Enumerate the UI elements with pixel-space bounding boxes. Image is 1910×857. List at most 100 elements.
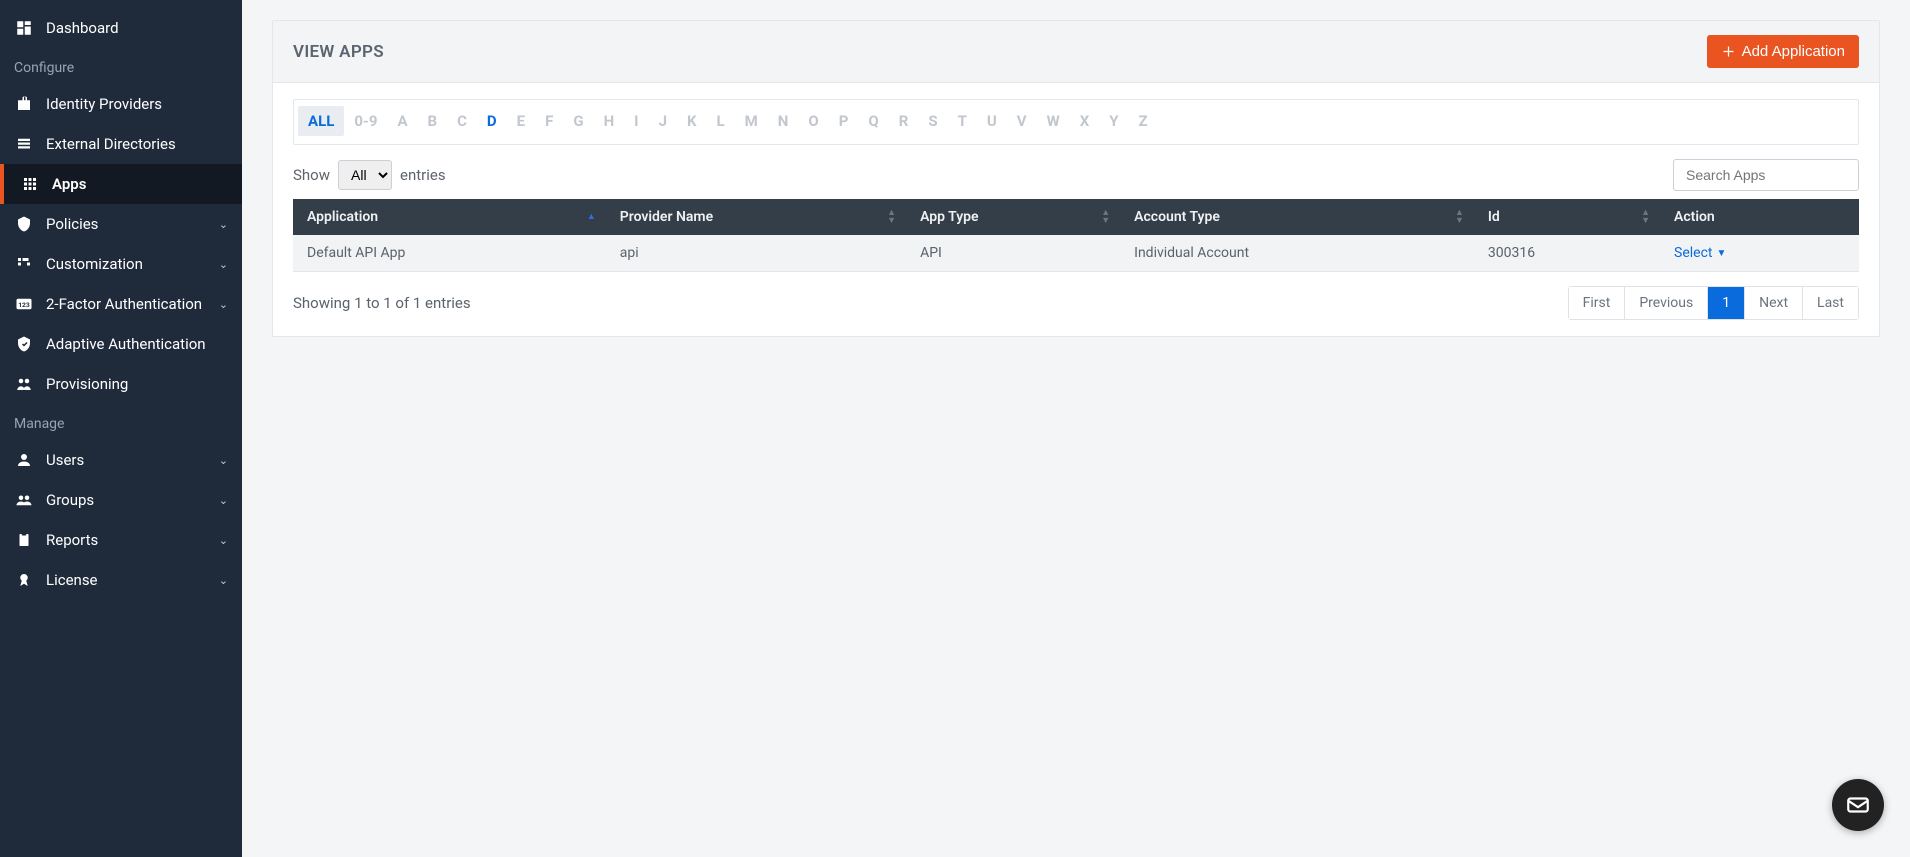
apps-icon xyxy=(20,174,40,194)
groups-icon xyxy=(14,490,34,510)
alpha-filter-i[interactable]: I xyxy=(624,106,648,136)
sidebar-item-label: License xyxy=(46,571,98,589)
alpha-filter-c[interactable]: C xyxy=(447,106,477,136)
alpha-filter-s[interactable]: S xyxy=(918,106,947,136)
alpha-filter: ALL0-9ABCDEFGHIJKLMNOPQRSTUVWXYZ xyxy=(293,99,1859,145)
license-icon xyxy=(14,570,34,590)
alpha-filter-u[interactable]: U xyxy=(977,106,1007,136)
sidebar-item-customization[interactable]: Customization ⌄ xyxy=(0,244,242,284)
sidebar-item-external-directories[interactable]: External Directories xyxy=(0,124,242,164)
alpha-filter-f[interactable]: F xyxy=(535,106,563,136)
col-account[interactable]: Account Type▲▼ xyxy=(1120,199,1474,235)
sidebar-item-label: Provisioning xyxy=(46,375,128,393)
table-row: Default API App api API Individual Accou… xyxy=(293,235,1859,272)
reports-icon xyxy=(14,530,34,550)
alpha-filter-o[interactable]: O xyxy=(798,106,828,136)
alpha-filter-z[interactable]: Z xyxy=(1129,106,1158,136)
col-provider[interactable]: Provider Name▲▼ xyxy=(606,199,906,235)
alpha-filter-n[interactable]: N xyxy=(768,106,799,136)
dashboard-icon xyxy=(14,18,34,38)
policy-icon xyxy=(14,214,34,234)
alpha-filter-h[interactable]: H xyxy=(594,106,625,136)
chevron-down-icon: ⌄ xyxy=(219,218,228,231)
entries-select[interactable]: All xyxy=(338,160,392,190)
cell-provider: api xyxy=(606,235,906,272)
chevron-down-icon: ⌄ xyxy=(219,574,228,587)
chevron-down-icon: ⌄ xyxy=(219,298,228,311)
sidebar-item-license[interactable]: License ⌄ xyxy=(0,560,242,600)
alpha-filter-t[interactable]: T xyxy=(948,106,977,136)
alpha-filter-0-9[interactable]: 0-9 xyxy=(344,106,387,136)
page-prev[interactable]: Previous xyxy=(1625,287,1708,319)
custom-icon xyxy=(14,254,34,274)
page-title: VIEW APPS xyxy=(293,42,384,62)
sidebar-section-manage: Manage xyxy=(0,404,242,440)
action-select-dropdown[interactable]: Select ▼ xyxy=(1674,245,1726,261)
sidebar-item-apps[interactable]: Apps xyxy=(0,164,242,204)
sidebar-item-identity-providers[interactable]: Identity Providers xyxy=(0,84,242,124)
alpha-filter-e[interactable]: E xyxy=(507,106,535,136)
cell-action: Select ▼ xyxy=(1660,235,1859,272)
show-label-prefix: Show xyxy=(293,166,330,184)
sidebar-section-configure: Configure xyxy=(0,48,242,84)
alpha-filter-j[interactable]: J xyxy=(649,106,677,136)
cell-account: Individual Account xyxy=(1120,235,1474,272)
identity-icon xyxy=(14,94,34,114)
alpha-filter-v[interactable]: V xyxy=(1007,106,1037,136)
page-last[interactable]: Last xyxy=(1803,287,1858,319)
chevron-down-icon: ⌄ xyxy=(219,534,228,547)
sidebar-item-label: Groups xyxy=(46,491,94,509)
alpha-filter-r[interactable]: R xyxy=(889,106,919,136)
alpha-filter-l[interactable]: L xyxy=(707,106,735,136)
col-action: Action xyxy=(1660,199,1859,235)
alpha-filter-q[interactable]: Q xyxy=(858,106,888,136)
mail-icon xyxy=(1845,792,1871,818)
sidebar-item-reports[interactable]: Reports ⌄ xyxy=(0,520,242,560)
alpha-filter-x[interactable]: X xyxy=(1070,106,1100,136)
cell-apptype: API xyxy=(906,235,1120,272)
col-application[interactable]: Application▲ xyxy=(293,199,606,235)
show-entries-control: Show All entries xyxy=(293,160,446,190)
show-label-suffix: entries xyxy=(400,166,446,184)
sidebar-item-label: Policies xyxy=(46,215,98,233)
provision-icon xyxy=(14,374,34,394)
alpha-filter-a[interactable]: A xyxy=(387,106,417,136)
chat-fab[interactable] xyxy=(1832,779,1884,831)
sort-icon: ▲▼ xyxy=(887,209,896,225)
sidebar-item-label: Reports xyxy=(46,531,98,549)
add-application-button[interactable]: Add Application xyxy=(1707,35,1859,68)
panel-header: VIEW APPS Add Application xyxy=(273,21,1879,83)
sidebar-item-adaptive-auth[interactable]: Adaptive Authentication xyxy=(0,324,242,364)
sidebar-item-groups[interactable]: Groups ⌄ xyxy=(0,480,242,520)
page-current[interactable]: 1 xyxy=(1708,287,1745,319)
sidebar-item-policies[interactable]: Policies ⌄ xyxy=(0,204,242,244)
sidebar-item-users[interactable]: Users ⌄ xyxy=(0,440,242,480)
alpha-filter-g[interactable]: G xyxy=(563,106,593,136)
plus-icon xyxy=(1721,44,1736,59)
sidebar-item-2fa[interactable]: 123 2-Factor Authentication ⌄ xyxy=(0,284,242,324)
table-info: Showing 1 to 1 of 1 entries xyxy=(293,294,471,312)
alpha-filter-m[interactable]: M xyxy=(735,106,768,136)
alpha-filter-b[interactable]: B xyxy=(418,106,448,136)
sort-icon: ▲▼ xyxy=(1641,209,1650,225)
chevron-down-icon: ⌄ xyxy=(219,454,228,467)
apps-table: Application▲ Provider Name▲▼ App Type▲▼ … xyxy=(293,199,1859,272)
search-apps-input[interactable] xyxy=(1673,159,1859,191)
col-apptype[interactable]: App Type▲▼ xyxy=(906,199,1120,235)
sidebar-item-provisioning[interactable]: Provisioning xyxy=(0,364,242,404)
sort-icon: ▲▼ xyxy=(1101,209,1110,225)
chevron-down-icon: ⌄ xyxy=(219,258,228,271)
page-first[interactable]: First xyxy=(1569,287,1626,319)
alpha-filter-y[interactable]: Y xyxy=(1099,106,1128,136)
alpha-filter-p[interactable]: P xyxy=(829,106,859,136)
alpha-filter-d[interactable]: D xyxy=(477,106,507,136)
col-id[interactable]: Id▲▼ xyxy=(1474,199,1660,235)
sidebar-item-dashboard[interactable]: Dashboard xyxy=(0,8,242,48)
alpha-filter-all[interactable]: ALL xyxy=(298,106,344,136)
svg-text:123: 123 xyxy=(18,301,30,309)
page-next[interactable]: Next xyxy=(1745,287,1803,319)
adaptive-icon xyxy=(14,334,34,354)
alpha-filter-w[interactable]: W xyxy=(1037,106,1070,136)
alpha-filter-k[interactable]: K xyxy=(677,106,707,136)
pagination: First Previous 1 Next Last xyxy=(1568,286,1859,320)
